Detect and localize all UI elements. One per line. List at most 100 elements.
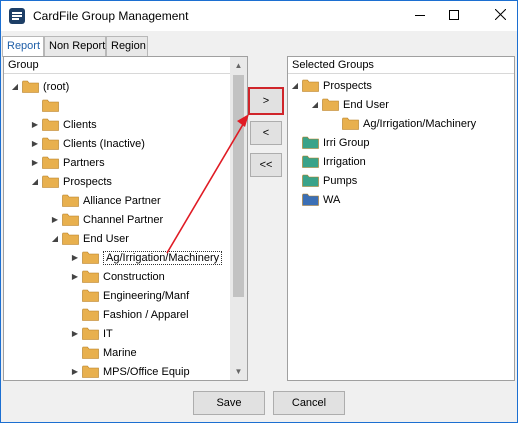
collapse-icon[interactable]: ◢ <box>50 234 60 244</box>
folder-icon <box>42 137 59 150</box>
folder-icon <box>302 155 319 168</box>
tree-node[interactable]: ◢ (root) <box>10 77 69 96</box>
expand-icon[interactable]: ▶ <box>70 272 80 282</box>
tree-node[interactable]: Engineering/Manf <box>70 286 189 305</box>
folder-icon <box>82 327 99 340</box>
tree-node[interactable]: ▶ Ag/Irrigation/Machinery <box>70 248 223 267</box>
tree-node-label: MPS/Office Equip <box>103 365 190 378</box>
tree-node-label: Marine <box>103 346 137 359</box>
tree-node[interactable]: Alliance Partner <box>50 191 161 210</box>
save-button[interactable]: Save <box>193 391 265 415</box>
selected-groups-panel: Selected Groups ◢ Prospects ◢ End User Ag/Ir… <box>287 56 515 381</box>
tab-non-report[interactable]: Non Report <box>44 36 106 56</box>
close-button[interactable] <box>483 1 517 31</box>
folder-icon <box>82 270 99 283</box>
tree-node[interactable] <box>30 96 63 115</box>
tree-node-label: Engineering/Manf <box>103 289 190 302</box>
expand-icon[interactable]: ▶ <box>30 120 40 130</box>
tree-node-label: Clients (Inactive) <box>63 137 145 150</box>
tree-node[interactable]: ▶ Partners <box>30 153 105 172</box>
folder-icon <box>342 117 359 130</box>
tree-node[interactable]: ▶ Channel Partner <box>50 210 163 229</box>
tab-report[interactable]: Report <box>2 36 44 57</box>
tree-node[interactable]: ◢ End User <box>50 229 129 248</box>
tree-node[interactable]: ▶ Clients <box>30 115 97 134</box>
expand-icon[interactable]: ▶ <box>30 139 40 149</box>
expand-icon[interactable]: ▶ <box>70 253 80 263</box>
tree-node[interactable]: ▶ Clients (Inactive) <box>30 134 145 153</box>
tree-node[interactable]: Pumps <box>290 171 357 190</box>
collapse-icon[interactable]: ◢ <box>310 100 320 110</box>
remove-all-groups-button[interactable]: << <box>250 153 282 177</box>
folder-icon <box>82 346 99 359</box>
group-column-header: Group <box>4 57 230 74</box>
tree-node[interactable]: Marine <box>70 343 137 362</box>
title-bar: CardFile Group Management <box>1 1 517 31</box>
folder-icon <box>42 156 59 169</box>
folder-icon <box>42 175 59 188</box>
tree-node-label: End User <box>343 98 389 111</box>
folder-icon <box>62 232 79 245</box>
collapse-icon[interactable]: ◢ <box>10 82 20 92</box>
tree-node-label: Irrigation <box>323 155 366 168</box>
window-title: CardFile Group Management <box>33 9 189 23</box>
expand-icon[interactable]: ▶ <box>50 215 60 225</box>
tree-node[interactable]: ◢ Prospects <box>30 172 112 191</box>
folder-icon <box>22 80 39 93</box>
selected-groups-header: Selected Groups <box>288 57 514 74</box>
tree-node[interactable]: ▶ Construction <box>70 267 165 286</box>
maximize-icon <box>449 9 459 23</box>
collapse-icon[interactable]: ◢ <box>30 177 40 187</box>
tree-node-label: Prospects <box>63 175 112 188</box>
tab-region[interactable]: Region <box>106 36 148 56</box>
tree-node[interactable]: ◢ Prospects <box>290 76 372 95</box>
scroll-up-icon[interactable]: ▲ <box>230 57 247 74</box>
cardfile-app-icon <box>9 8 25 24</box>
maximize-button[interactable] <box>437 1 471 31</box>
tree-node[interactable]: Ag/Irrigation/Machinery <box>330 114 476 133</box>
group-tree-panel: Group ▲ ▼ ◢ (root) ▶ Clients ▶ Clients (Inact… <box>3 56 248 381</box>
folder-icon <box>302 174 319 187</box>
tree-node[interactable]: ▶ IT <box>70 324 113 343</box>
tree-node[interactable]: ◢ End User <box>310 95 389 114</box>
tree-node-label: IT <box>103 327 113 340</box>
folder-icon <box>302 193 319 206</box>
tree-node[interactable]: Irrigation <box>290 152 366 171</box>
folder-icon <box>62 213 79 226</box>
folder-icon <box>82 289 99 302</box>
tree-node-label: Ag/Irrigation/Machinery <box>103 250 223 265</box>
close-icon <box>494 8 506 23</box>
scroll-down-icon[interactable]: ▼ <box>230 363 247 380</box>
expand-icon[interactable]: ▶ <box>70 329 80 339</box>
remove-group-button[interactable]: < <box>250 121 282 145</box>
tree-node[interactable]: WA <box>290 190 340 209</box>
tree-node-label: (root) <box>43 80 70 93</box>
expand-icon[interactable]: ▶ <box>70 367 80 377</box>
dialog-window: CardFile Group Management Report Non Rep… <box>0 0 518 423</box>
tree-node[interactable]: Irri Group <box>290 133 369 152</box>
group-tree-scrollbar[interactable]: ▲ ▼ <box>230 57 247 380</box>
folder-icon <box>302 79 319 92</box>
collapse-icon[interactable]: ◢ <box>290 81 300 91</box>
folder-icon <box>322 98 339 111</box>
tree-node-label: Prospects <box>323 79 372 92</box>
minimize-button[interactable] <box>403 1 437 31</box>
add-group-button[interactable]: > <box>248 87 284 115</box>
cancel-button[interactable]: Cancel <box>273 391 345 415</box>
folder-icon <box>82 365 99 378</box>
tree-node[interactable]: Fashion / Apparel <box>70 305 189 324</box>
expand-icon[interactable]: ▶ <box>30 158 40 168</box>
scroll-thumb[interactable] <box>233 75 244 297</box>
tree-node-label: Partners <box>63 156 105 169</box>
tree-node-label: Fashion / Apparel <box>103 308 189 321</box>
minimize-icon <box>415 10 425 23</box>
tree-node[interactable]: ▶ MPS/Office Equip <box>70 362 190 381</box>
